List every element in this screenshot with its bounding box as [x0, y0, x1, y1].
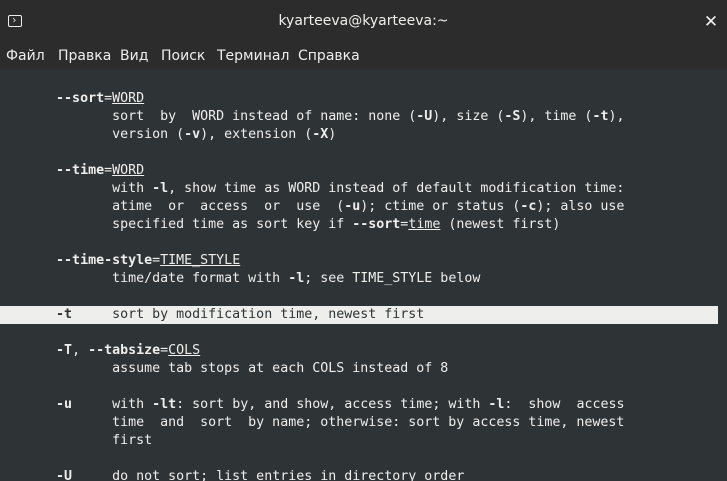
terminal-text: : sort by, and show, access time; with: [176, 397, 489, 412]
terminal-text: -U: [56, 469, 73, 481]
terminal-text: -S: [504, 109, 521, 124]
terminal-text: version (: [0, 127, 185, 142]
terminal-text: time/date format with: [0, 271, 289, 286]
terminal-output[interactable]: --sort=WORD sort by WORD instead of name…: [0, 70, 727, 481]
close-button[interactable]: ✕: [701, 10, 721, 34]
terminal-line-selected: -t sort by modification time, newest fir…: [0, 306, 718, 324]
terminal-text: : show access: [504, 397, 625, 412]
menu-file[interactable]: Файл: [6, 48, 45, 64]
terminal-text: ); ctime or status (: [360, 199, 521, 214]
terminal-line: --time=WORD: [0, 162, 144, 180]
terminal-text: --time-style: [56, 253, 153, 268]
terminal-text: with: [0, 181, 153, 196]
terminal-text: time: [408, 217, 441, 232]
title-bar[interactable]: kyarteeva@kyarteeva:~ ✕: [0, 0, 727, 44]
terminal-text: --tabsize: [88, 343, 161, 358]
terminal-text: TIME_STYLE: [160, 253, 241, 268]
terminal-text: ): [328, 127, 337, 142]
terminal-text: -t: [56, 307, 73, 322]
terminal-text: ), time (: [520, 109, 593, 124]
terminal-text: -v: [184, 127, 201, 142]
menu-bar: Файл Правка Вид Поиск Терминал Справка: [0, 44, 727, 70]
menu-help[interactable]: Справка: [298, 48, 360, 64]
terminal-text: (newest first): [440, 217, 561, 232]
terminal-text: , show time as WORD instead of default m…: [168, 181, 625, 196]
terminal-line: specified time as sort key if --sort=tim…: [0, 216, 560, 234]
terminal-text: -lt: [152, 397, 177, 412]
menu-edit[interactable]: Правка: [58, 48, 111, 64]
terminal-line: -U do not sort; list entries in director…: [0, 468, 464, 481]
terminal-text: -u: [344, 199, 361, 214]
terminal-text: -c: [520, 199, 537, 214]
terminal-text: =: [104, 91, 113, 106]
terminal-line: --sort=WORD: [0, 90, 144, 108]
scrollbar-thumb[interactable]: [720, 73, 726, 473]
terminal-text: =: [160, 343, 169, 358]
terminal-line: sort by WORD instead of name: none (-U),…: [0, 108, 624, 126]
terminal-text: do not sort; list entries in directory o…: [72, 469, 465, 481]
terminal-text: first: [0, 433, 153, 448]
terminal-text: --sort: [56, 91, 105, 106]
terminal-text: specified time as sort key if: [0, 217, 353, 232]
terminal-line: atime or access or use (-u); ctime or st…: [0, 198, 624, 216]
terminal-text: ), size (: [432, 109, 505, 124]
terminal-text: COLS: [168, 343, 201, 358]
terminal-text: WORD: [112, 91, 145, 106]
terminal-line: with -l, show time as WORD instead of de…: [0, 180, 624, 198]
terminal-line: time/date format with -l; see TIME_STYLE…: [0, 270, 480, 288]
terminal-text: -U: [416, 109, 433, 124]
terminal-text: ); also use: [536, 199, 625, 214]
terminal-text: with: [72, 397, 153, 412]
terminal-text: -u: [56, 397, 73, 412]
menu-search[interactable]: Поиск: [161, 48, 205, 64]
menu-view[interactable]: Вид: [120, 48, 148, 64]
terminal-text: ; see TIME_STYLE below: [304, 271, 481, 286]
terminal-line: time and sort by name; otherwise: sort b…: [0, 414, 624, 432]
terminal-text: sort by modification time, newest first: [72, 307, 425, 322]
terminal-text: -l: [488, 397, 505, 412]
terminal-text: =: [152, 253, 161, 268]
terminal-line: first: [0, 432, 152, 450]
terminal-line: assume tab stops at each COLS instead of…: [0, 360, 448, 378]
terminal-text: ),: [608, 109, 625, 124]
terminal-text: -X: [312, 127, 329, 142]
terminal-text: =: [104, 163, 113, 178]
terminal-line: --time-style=TIME_STYLE: [0, 252, 240, 270]
terminal-text: time and sort by name; otherwise: sort b…: [0, 415, 625, 430]
terminal-text: -l: [288, 271, 305, 286]
terminal-line: -u with -lt: sort by, and show, access t…: [0, 396, 624, 414]
terminal-text: sort by WORD instead of name: none (: [0, 109, 417, 124]
terminal-line: version (-v), extension (-X): [0, 126, 336, 144]
terminal-text: --time: [56, 163, 105, 178]
window-title: kyarteeva@kyarteeva:~: [278, 13, 449, 29]
terminal-text: WORD: [112, 163, 145, 178]
terminal-text: -t: [592, 109, 609, 124]
terminal-text: ), extension (: [200, 127, 313, 142]
scrollbar[interactable]: [719, 70, 727, 481]
terminal-text: assume tab stops at each COLS instead of…: [0, 361, 449, 376]
terminal-line: -T, --tabsize=COLS: [0, 342, 200, 360]
terminal-text: -T: [56, 343, 73, 358]
terminal-text: ,: [72, 343, 89, 358]
terminal-window: kyarteeva@kyarteeva:~ ✕ Файл Правка Вид …: [0, 0, 727, 481]
terminal-text: --sort: [352, 217, 401, 232]
terminal-text: atime or access or use (: [0, 199, 345, 214]
terminal-text: -l: [152, 181, 169, 196]
menu-terminal[interactable]: Терминал: [217, 48, 289, 64]
